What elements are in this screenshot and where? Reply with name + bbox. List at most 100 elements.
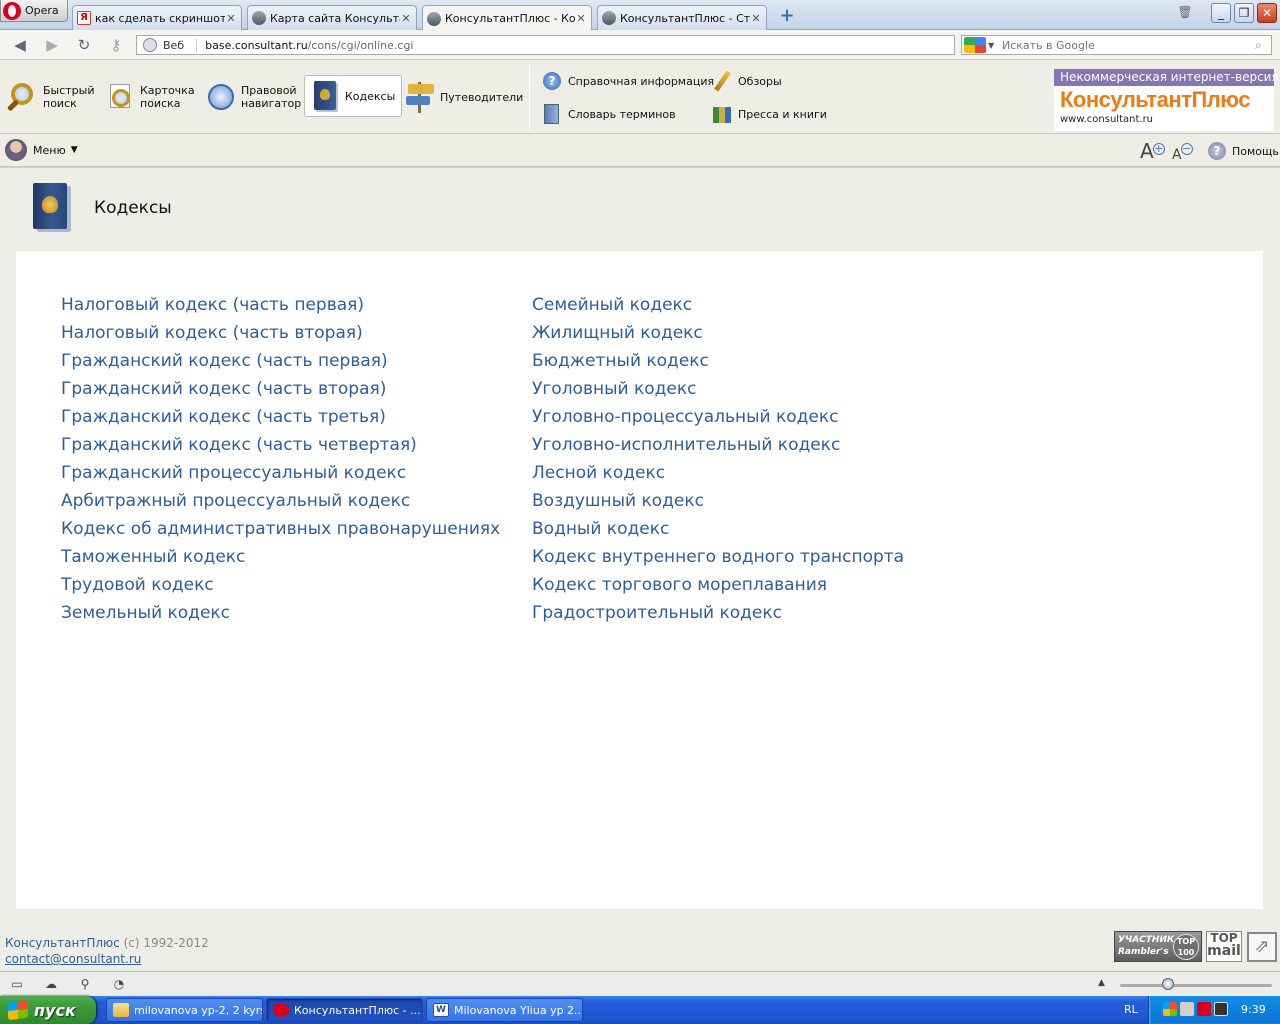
taskbar-item-active[interactable]: КонсультантПлюс - ... [266, 998, 423, 1022]
browser-tab[interactable]: КонсультантПлюс - Ст... ✕ [597, 5, 767, 30]
guides-button[interactable]: Путеводители [404, 77, 523, 117]
url-field[interactable]: Веб base.consultant.ru/cons/cgi/online.c… [136, 35, 955, 55]
search-box[interactable]: ▼ ⌕ [961, 35, 1272, 55]
codex-link[interactable]: Бюджетный кодекс [532, 351, 709, 371]
guides-label: Путеводители [440, 90, 524, 104]
codex-link[interactable]: Семейный кодекс [532, 295, 692, 315]
topmail-badge[interactable]: TOP mail [1206, 931, 1242, 962]
close-icon[interactable]: ✕ [575, 12, 587, 25]
page-title: Кодексы [94, 198, 172, 218]
panel-toggle-icon[interactable]: ▭ [9, 977, 25, 991]
reference-info-link[interactable]: ? Справочная информация [541, 69, 714, 93]
avatar [5, 139, 27, 161]
codex-link[interactable]: Земельный кодекс [61, 603, 230, 623]
quick-search-button[interactable]: Быстрый поиск [6, 77, 95, 117]
codex-link[interactable]: Жилищный кодекс [532, 323, 703, 343]
zoom-slider-handle[interactable] [1162, 978, 1174, 990]
browser-tab[interactable]: Я как сделать скриншот ... ✕ [72, 5, 242, 30]
codex-link[interactable]: Гражданский процессуальный кодекс [61, 463, 406, 483]
search-icon[interactable]: ⌕ [1255, 38, 1271, 53]
codex-link[interactable]: Лесной кодекс [532, 463, 665, 483]
codex-link[interactable]: Трудовой кодекс [61, 575, 214, 595]
minimize-icon[interactable]: _ [1211, 3, 1231, 23]
speed-dial-icon[interactable]: ◔ [111, 977, 127, 991]
glossary-link[interactable]: Словарь терминов [541, 102, 676, 126]
codex-link[interactable]: Налоговый кодекс (часть первая) [61, 295, 364, 315]
font-larger-button[interactable]: A + [1140, 139, 1165, 163]
browser-tab[interactable]: Карта сайта Консульта... ✕ [247, 5, 417, 30]
search-card-button[interactable]: Карточка поиска [104, 77, 195, 117]
codex-link[interactable]: Гражданский кодекс (часть первая) [61, 351, 388, 371]
codex-link[interactable]: Водный кодекс [532, 519, 669, 539]
taskbar-item-label: КонсультантПлюс - ... [294, 1003, 421, 1017]
codex-link[interactable]: Арбитражный процессуальный кодекс [61, 491, 410, 511]
codex-link[interactable]: Градостроительный кодекс [532, 603, 782, 623]
codex-link[interactable]: Кодекс внутреннего водного транспорта [532, 547, 904, 567]
opera-logo-icon [3, 1, 21, 20]
codex-link[interactable]: Кодекс торгового мореплавания [532, 575, 827, 595]
taskbar-item[interactable]: W Milovanova Yliua yp 2... [426, 998, 583, 1022]
browser-tab-bar: Opera Я как сделать скриншот ... ✕ Карта… [0, 0, 1280, 31]
windows-update-icon[interactable] [1163, 1002, 1177, 1016]
zoom-slider[interactable] [1120, 984, 1272, 987]
press-books-link[interactable]: Пресса и книги [711, 102, 827, 126]
google-icon[interactable] [964, 37, 986, 53]
cloud-icon[interactable]: ☁ [43, 977, 59, 991]
share-icon[interactable]: ⚲ [77, 977, 93, 991]
codex-link[interactable]: Уголовно-процессуальный кодекс [532, 407, 839, 427]
codex-link[interactable]: Налоговый кодекс (часть вторая) [61, 323, 363, 343]
legal-navigator-button[interactable]: Правовой навигатор [205, 77, 301, 117]
codex-list-item: Уголовный кодекс [532, 375, 904, 403]
reviews-link[interactable]: Обзоры [711, 69, 782, 93]
rambler-top100-badge[interactable]: УЧАСТНИК Rambler's TOP 100 [1114, 931, 1202, 962]
start-button[interactable]: пуск [0, 996, 96, 1024]
new-tab-plus-icon[interactable]: + [779, 7, 795, 25]
close-icon[interactable]: ✕ [750, 12, 762, 25]
antivirus-icon[interactable] [1197, 1002, 1211, 1016]
codex-link[interactable]: Гражданский кодекс (часть вторая) [61, 379, 386, 399]
close-icon[interactable]: ✕ [400, 12, 412, 25]
window-close-icon[interactable]: ✕ [1257, 3, 1277, 23]
codex-list-item: Гражданский кодекс (часть четвертая) [61, 431, 500, 459]
taskbar-item[interactable]: milovanova yp-2, 2 kyrs [106, 998, 263, 1022]
help-button[interactable]: ? Помощь [1208, 141, 1279, 161]
codex-link[interactable]: Таможенный кодекс [61, 547, 245, 567]
expand-arrow-icon[interactable]: ⇗ [1247, 932, 1277, 962]
search-card-label: Карточка поиска [140, 84, 195, 110]
language-indicator[interactable]: RL [1124, 1003, 1138, 1016]
taskbar-item-label: Milovanova Yliua yp 2... [454, 1003, 583, 1017]
codex-link[interactable]: Гражданский кодекс (часть четвертая) [61, 435, 417, 455]
codexes-label: Кодексы [345, 89, 396, 103]
codex-list-item: Кодекс внутреннего водного транспорта [532, 543, 904, 571]
reload-icon[interactable]: ↻ [74, 36, 94, 54]
consultant-brand[interactable]: Некоммерческая интернет-версия Консульта… [1054, 69, 1279, 131]
codex-link[interactable]: Воздушный кодекс [532, 491, 704, 511]
chevron-down-icon[interactable]: ▼ [988, 41, 998, 50]
tab-label: КонсультантПлюс - Ко... [445, 12, 575, 25]
menu-button[interactable]: Меню ▼ [5, 139, 78, 161]
key-icon[interactable]: ⚷ [106, 36, 126, 54]
codex-link[interactable]: Уголовно-исполнительный кодекс [532, 435, 840, 455]
codex-link[interactable]: Кодекс об административных правонарушени… [61, 519, 500, 539]
forward-arrow-icon[interactable]: ▶ [42, 36, 62, 54]
maximize-icon[interactable]: ❐ [1234, 3, 1254, 23]
codex-link[interactable]: Уголовный кодекс [532, 379, 696, 399]
trash-icon[interactable]: 🗑 [1175, 3, 1195, 23]
zoom-up-icon[interactable]: ▲ [1098, 978, 1105, 988]
font-smaller-button[interactable]: A − [1172, 139, 1193, 163]
app-tray-icon[interactable] [1214, 1002, 1228, 1016]
search-input[interactable] [1002, 38, 1255, 52]
browser-tab-active[interactable]: КонсультантПлюс - Ко... ✕ [422, 5, 592, 31]
footer-email-link[interactable]: contact@consultant.ru [5, 951, 209, 967]
opera-menu-button[interactable]: Opera [0, 0, 68, 22]
codex-link[interactable]: Гражданский кодекс (часть третья) [61, 407, 386, 427]
network-icon[interactable] [1180, 1002, 1194, 1016]
codexes-button[interactable]: Кодексы [304, 75, 403, 117]
page-content: Кодексы Налоговый кодекс (часть первая) Н… [0, 168, 1280, 971]
url-host: base.consultant.ru [205, 38, 308, 52]
folder-icon [113, 1003, 129, 1017]
back-arrow-icon[interactable]: ◀ [10, 36, 30, 54]
close-icon[interactable]: ✕ [225, 12, 237, 25]
url-path: /cons/cgi/online.cgi [307, 38, 414, 52]
codex-list-item: Уголовно-процессуальный кодекс [532, 403, 904, 431]
